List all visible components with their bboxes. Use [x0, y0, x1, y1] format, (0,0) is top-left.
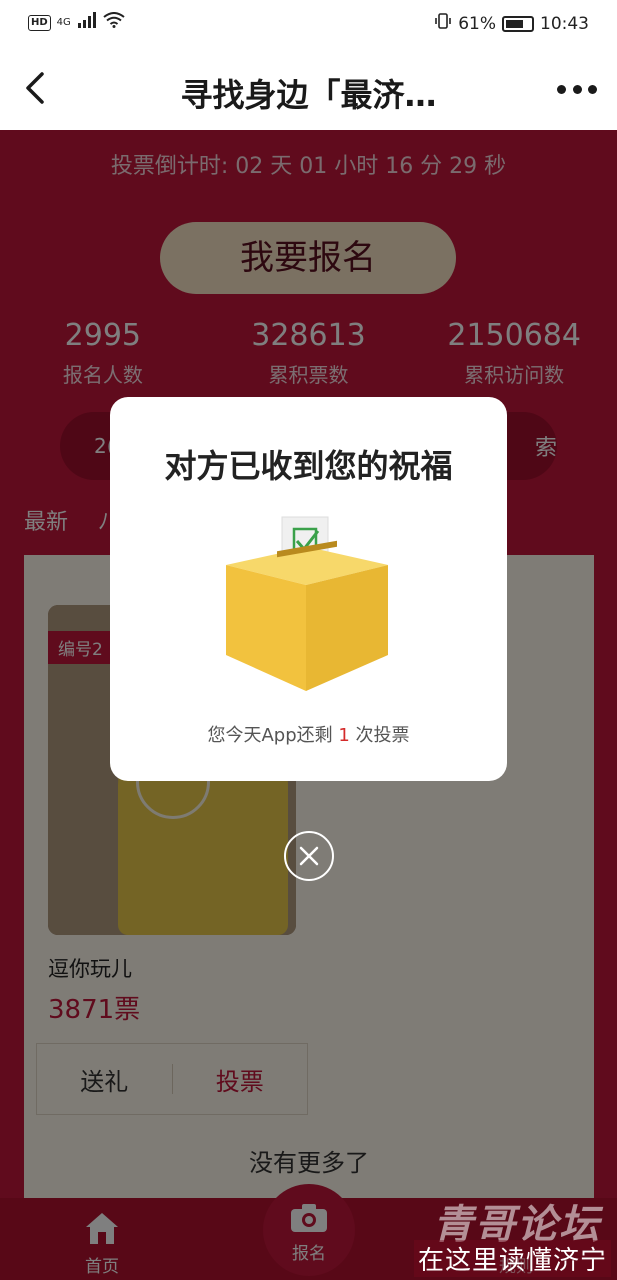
page-title: 寻找身边「最济…: [180, 76, 437, 114]
network-indicator: 4G: [56, 17, 71, 28]
signal-icon: [77, 12, 97, 33]
watermark-slogan: 在这里读懂济宁: [413, 1240, 611, 1277]
clock: 10:43: [540, 13, 589, 34]
vibrate-icon: [434, 12, 452, 35]
close-icon[interactable]: [284, 831, 334, 881]
more-dots-icon[interactable]: [557, 74, 597, 104]
remaining-count: 1: [338, 725, 350, 746]
watermark: 青哥论坛 在这里读懂济宁: [401, 1192, 611, 1277]
hd-indicator: HD: [28, 14, 51, 31]
wifi-icon: [103, 12, 125, 33]
remaining-suffix: 次投票: [355, 725, 410, 746]
remaining-votes-message: 您今天App还剩 1 次投票: [110, 721, 507, 747]
battery-percent: 61%: [458, 13, 496, 34]
status-right: 61% 10:43: [434, 12, 589, 35]
nav-bar: 寻找身边「最济…: [0, 46, 617, 130]
vote-success-dialog: 对方已收到您的祝福 您今天App还剩 1 次投票: [110, 397, 507, 781]
status-bar: HD 4G 61% 10:43: [0, 0, 617, 46]
status-left: HD 4G: [28, 12, 125, 33]
battery-icon: [502, 15, 534, 32]
remaining-prefix: 您今天App还剩: [207, 725, 333, 746]
dialog-title: 对方已收到您的祝福: [164, 447, 453, 485]
ballot-box-icon: [222, 515, 392, 695]
